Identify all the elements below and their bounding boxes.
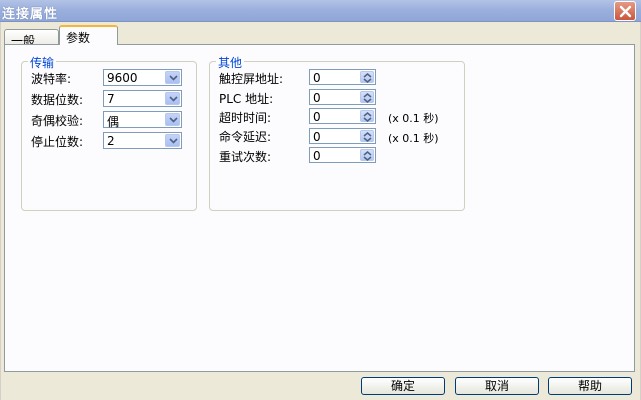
tab-parameters-label: 参数 xyxy=(66,31,91,45)
close-icon xyxy=(619,5,632,18)
transmission-group-title: 传输 xyxy=(28,54,57,71)
stop-bits-select[interactable]: 2 xyxy=(103,132,182,149)
stop-bits-value: 2 xyxy=(107,134,115,148)
other-group: 其他 触控屏地址: 0 PLC 地址: 0 超时时间: 0 (x 0.1 秒) … xyxy=(209,54,465,211)
parity-value: 偶 xyxy=(107,115,120,129)
close-button[interactable] xyxy=(614,1,636,21)
up-down-arrows-icon[interactable] xyxy=(360,130,374,142)
up-down-arrows-icon[interactable] xyxy=(360,149,374,161)
retry-count-value: 0 xyxy=(313,149,321,163)
baud-rate-select[interactable]: 9600 xyxy=(103,69,182,86)
command-delay-value: 0 xyxy=(313,130,321,144)
tab-panel: 传输 波特率: 9600 数据位数: 7 奇偶校验: 偶 停止位数: 2 其他 … xyxy=(4,44,635,372)
baud-rate-label: 波特率: xyxy=(31,72,72,86)
data-bits-select[interactable]: 7 xyxy=(103,90,182,107)
cancel-button[interactable]: 取消 xyxy=(455,377,539,395)
timeout-spinner[interactable]: 0 xyxy=(309,108,376,124)
command-delay-unit: (x 0.1 秒) xyxy=(388,132,439,145)
tab-parameters[interactable]: 参数 xyxy=(59,25,118,45)
retry-count-label: 重试次数: xyxy=(219,150,272,164)
plc-address-value: 0 xyxy=(313,91,321,105)
other-group-title: 其他 xyxy=(216,54,245,71)
chevron-down-icon[interactable] xyxy=(165,92,180,105)
command-delay-spinner[interactable]: 0 xyxy=(309,128,376,144)
command-delay-label: 命令延迟: xyxy=(219,130,272,144)
hmi-address-spinner[interactable]: 0 xyxy=(309,69,376,85)
timeout-value: 0 xyxy=(313,110,321,124)
plc-address-spinner[interactable]: 0 xyxy=(309,89,376,105)
data-bits-label: 数据位数: xyxy=(31,93,84,107)
tab-general[interactable]: 一般 xyxy=(4,29,59,48)
retry-count-spinner[interactable]: 0 xyxy=(309,147,376,163)
up-down-arrows-icon[interactable] xyxy=(360,71,374,83)
window-title: 连接属性 xyxy=(2,7,59,22)
parity-label: 奇偶校验: xyxy=(31,114,84,128)
transmission-group: 传输 波特率: 9600 数据位数: 7 奇偶校验: 偶 停止位数: 2 xyxy=(21,54,197,211)
parity-select[interactable]: 偶 xyxy=(103,111,182,129)
hmi-address-value: 0 xyxy=(313,71,321,85)
baud-rate-value: 9600 xyxy=(107,71,138,85)
timeout-label: 超时时间: xyxy=(219,111,272,125)
help-button[interactable]: 帮助 xyxy=(548,377,632,395)
chevron-down-icon[interactable] xyxy=(165,113,180,126)
timeout-unit: (x 0.1 秒) xyxy=(388,112,439,125)
title-bar: 连接属性 xyxy=(0,0,641,22)
chevron-down-icon[interactable] xyxy=(165,134,180,147)
stop-bits-label: 停止位数: xyxy=(31,135,84,149)
data-bits-value: 7 xyxy=(107,92,115,106)
ok-button[interactable]: 确定 xyxy=(361,377,445,395)
up-down-arrows-icon[interactable] xyxy=(360,110,374,122)
hmi-address-label: 触控屏地址: xyxy=(219,72,284,86)
plc-address-label: PLC 地址: xyxy=(219,92,274,106)
chevron-down-icon[interactable] xyxy=(165,71,180,84)
up-down-arrows-icon[interactable] xyxy=(360,91,374,103)
